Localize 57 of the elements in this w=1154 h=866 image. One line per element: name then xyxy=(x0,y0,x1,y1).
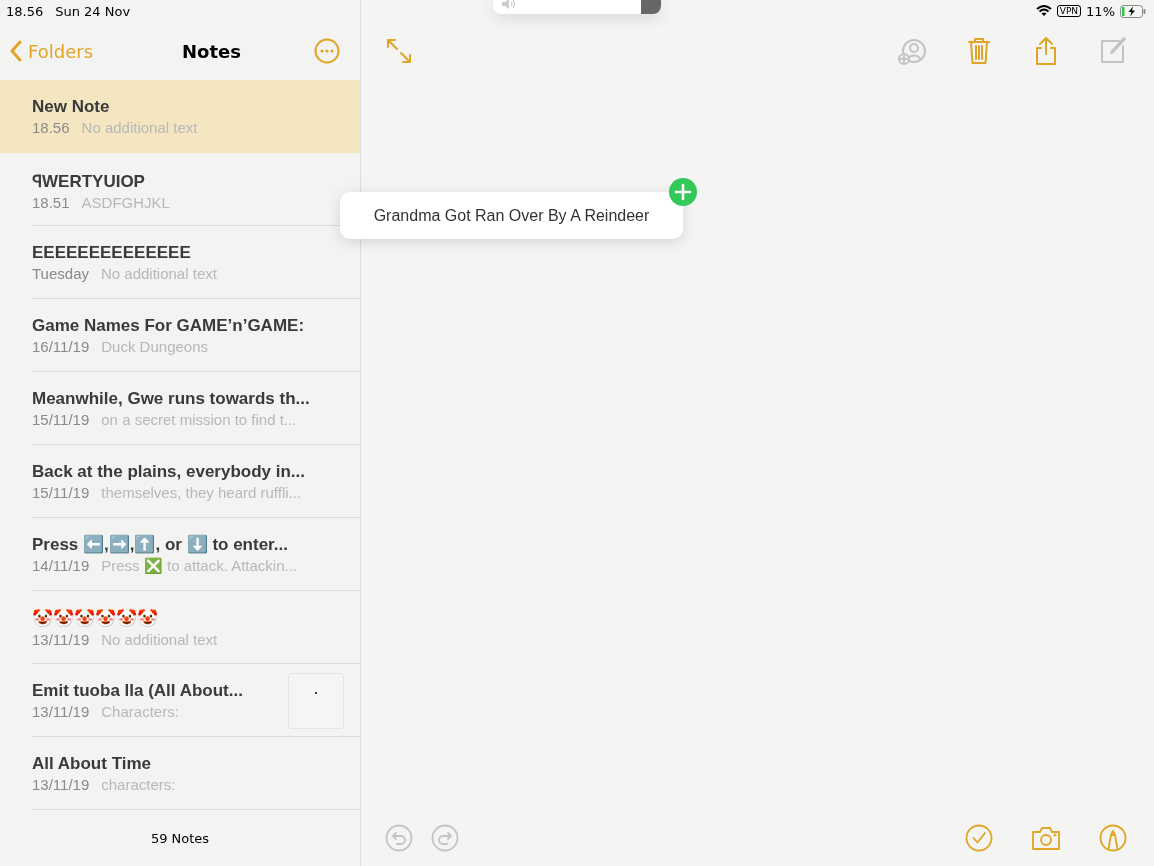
note-title: New Note xyxy=(32,97,111,117)
note-preview: Characters: xyxy=(101,703,179,720)
note-list-item[interactable]: Emit tuoba lla (All About... 13/11/19 Characters: xyxy=(0,664,360,737)
note-title: Meanwhile, Gwe runs towards th... xyxy=(32,389,311,409)
vpn-badge: VPN xyxy=(1056,5,1082,17)
battery-percent: 11% xyxy=(1086,3,1115,19)
note-preview: No additional text xyxy=(101,630,218,648)
note-title: Back at the plains, everybody in... xyxy=(32,462,307,482)
note-date: Tuesday xyxy=(32,265,89,282)
note-title: Emit tuoba lla (All About... xyxy=(32,681,244,701)
undo-icon xyxy=(384,823,414,853)
pen-tip-circle-icon xyxy=(1098,823,1128,853)
note-title: ꟼWERTYUIOP xyxy=(32,170,146,192)
note-preview: No additional text xyxy=(101,265,217,282)
note-title: 🤡🤡🤡🤡🤡🤡 xyxy=(32,607,159,629)
note-date: 13/11/19 xyxy=(32,630,90,648)
note-date: 18.51 xyxy=(32,193,70,211)
chevron-left-icon xyxy=(10,40,22,62)
note-date: 13/11/19 xyxy=(32,703,90,720)
note-list-item[interactable]: All About Time 13/11/19 characters: xyxy=(0,737,360,810)
note-date: 13/11/19 xyxy=(32,776,90,793)
checkmark-circle-icon xyxy=(964,823,994,853)
note-list-item[interactable]: Back at the plains, everybody in... 15/11/19 themselves, they heard ruffli... xyxy=(0,445,360,518)
note-preview: No additional text xyxy=(81,119,198,136)
note-preview: themselves, they heard ruffli... xyxy=(101,484,302,501)
note-list-item[interactable]: New Note 18.56 No additional text xyxy=(0,80,360,153)
add-icon xyxy=(669,178,697,206)
note-date: 15/11/19 xyxy=(32,484,90,501)
wifi-icon xyxy=(1035,5,1052,17)
suggestion-tooltip[interactable]: Grandma Got Ran Over By A Reindeer xyxy=(340,192,683,239)
note-preview: Press ❎ to attack. Attackin... xyxy=(101,557,298,575)
note-list-item[interactable]: Game Names For GAME’n’GAME: 16/11/19 Duck Dungeons xyxy=(0,299,360,372)
more-button[interactable] xyxy=(314,38,340,64)
redo-icon xyxy=(430,823,460,853)
notes-count: 59 Notes xyxy=(149,829,211,848)
note-date: 14/11/19 xyxy=(32,557,90,575)
status-date: Sun 24 Nov xyxy=(55,3,131,19)
note-list-item[interactable]: 🤡🤡🤡🤡🤡🤡 13/11/19 No additional text xyxy=(0,591,360,664)
status-time: 18.56 xyxy=(6,3,44,19)
note-title: Press ⬅,➡,⬆, or ⬇ to enter... xyxy=(32,534,289,555)
note-date: 18.56 xyxy=(32,119,70,136)
note-preview: on a secret mission to find t... xyxy=(101,411,297,428)
notes-title: Notes xyxy=(182,40,241,62)
battery-charging-icon xyxy=(1120,4,1146,18)
suggestion-text: Grandma Got Ran Over By A Reindeer xyxy=(373,206,650,225)
note-preview: characters: xyxy=(101,776,176,793)
note-title: EEEEEEEEEEEEEE xyxy=(32,243,192,263)
note-title: Game Names For GAME’n’GAME: xyxy=(32,316,306,336)
note-preview: Duck Dungeons xyxy=(101,338,208,355)
note-preview: ASDFGHJKL xyxy=(81,193,170,211)
note-title: All About Time xyxy=(32,754,152,774)
note-date: 16/11/19 xyxy=(32,338,90,355)
volume-level-block xyxy=(641,0,661,14)
note-date: 15/11/19 xyxy=(32,411,90,428)
speaker-icon xyxy=(501,0,517,10)
note-list-item[interactable]: Press ⬅,➡,⬆, or ⬇ to enter... 14/11/19 Press ❎ to attack. Attackin... xyxy=(0,518,360,591)
note-list-item[interactable]: Meanwhile, Gwe runs towards th... 15/11/19 on a secret mission to find t... xyxy=(0,372,360,445)
